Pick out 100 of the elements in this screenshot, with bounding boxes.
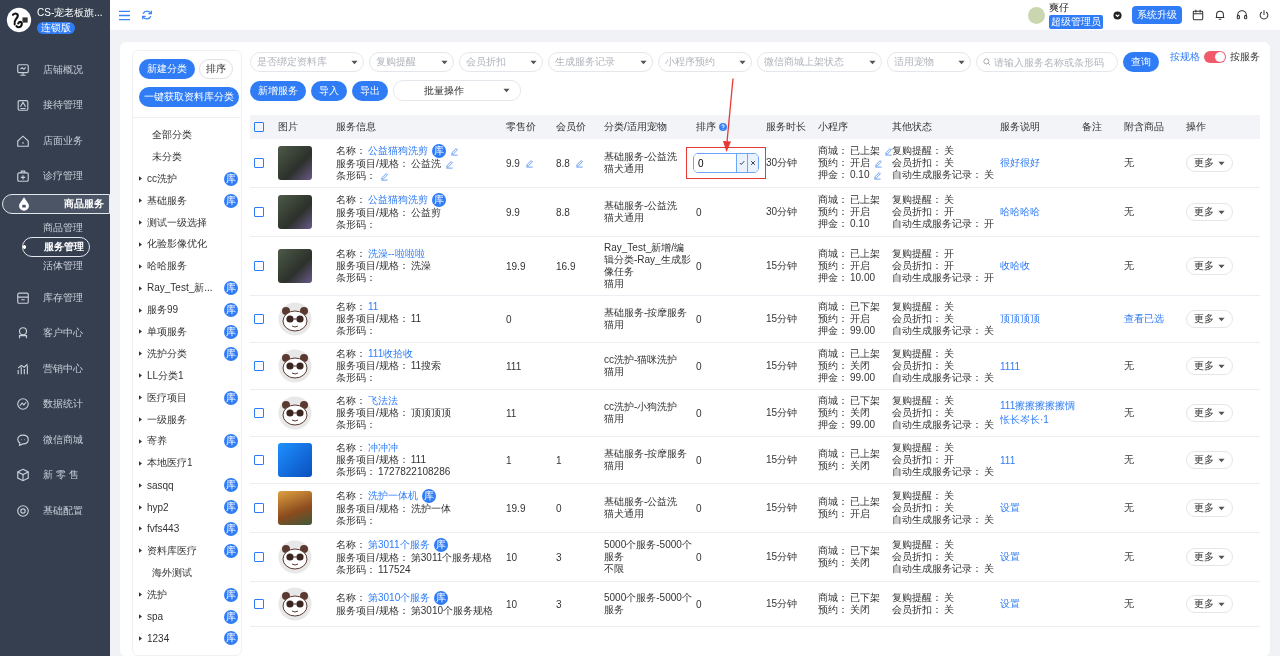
category-item[interactable]: 1234 <box>147 632 217 644</box>
row-checkbox[interactable] <box>254 261 264 271</box>
description-link[interactable]: 设置 <box>1000 501 1020 515</box>
category-item[interactable]: 本地医疗1 <box>147 456 238 471</box>
category-item[interactable]: 测试一级选择 <box>147 215 238 230</box>
nav-item[interactable]: 店铺概况 <box>0 52 110 88</box>
action-button[interactable]: 导出 <box>352 80 388 101</box>
category-item[interactable]: spa <box>147 611 217 623</box>
more-button[interactable]: 更多 <box>1186 548 1233 566</box>
service-name-link[interactable]: 第3011个服务 <box>368 539 430 551</box>
store-name[interactable]: CS-宠老板旗... <box>37 6 103 20</box>
submenu-item[interactable]: 活体管理 <box>43 257 83 275</box>
nav-item[interactable]: 客户中心 <box>0 315 110 351</box>
nav-item[interactable]: 接待管理 <box>0 87 110 123</box>
sort-field[interactable]: 0 <box>693 153 759 173</box>
nav-item[interactable]: 商品服务 <box>2 194 110 214</box>
attached-link[interactable]: 查看已选 <box>1124 312 1164 326</box>
nav-item[interactable]: 微信商城 <box>0 422 110 458</box>
help-icon[interactable] <box>719 123 727 131</box>
category-item[interactable]: LL分类1 <box>147 368 238 383</box>
category-item[interactable]: 未分类 <box>152 149 238 164</box>
batch-dropdown[interactable]: 批量操作 <box>393 80 521 101</box>
toggle-label[interactable]: 按规格 <box>1169 50 1200 64</box>
expand-icon[interactable] <box>139 438 142 444</box>
cancel-button[interactable] <box>747 154 758 172</box>
submenu-item[interactable]: 商品管理 <box>43 219 83 237</box>
submenu-item[interactable]: 服务管理 <box>22 237 90 257</box>
nav-item[interactable]: 店面业务 <box>0 123 110 159</box>
category-item[interactable]: 单项服务 <box>147 324 217 339</box>
category-item[interactable]: 资料库医疗 <box>147 543 217 558</box>
category-item[interactable]: Ray_Test_新... <box>147 281 217 296</box>
upgrade-button[interactable]: 系统升级 <box>1132 6 1182 24</box>
more-button[interactable]: 更多 <box>1186 154 1233 172</box>
description-link[interactable]: 1111 <box>1000 360 1021 372</box>
description-link[interactable]: 设置 <box>1000 597 1020 611</box>
category-button[interactable]: 排序 <box>199 59 233 79</box>
nav-item[interactable]: 营销中心 <box>0 351 110 387</box>
nav-item[interactable]: 诊疗管理 <box>0 158 110 194</box>
row-checkbox[interactable] <box>254 503 264 513</box>
expand-icon[interactable] <box>139 176 142 182</box>
nav-item[interactable]: 基础配置 <box>0 493 110 529</box>
expand-icon[interactable] <box>139 198 142 204</box>
headset-icon[interactable] <box>1236 9 1248 21</box>
expand-icon[interactable] <box>139 263 142 269</box>
category-item[interactable]: 寄养 <box>147 434 217 449</box>
service-name-link[interactable]: 洗澡--啦啦啦 <box>368 248 425 260</box>
category-item[interactable]: sasqq <box>147 479 217 491</box>
service-name-link[interactable]: 洗护一体机 <box>368 490 418 502</box>
expand-icon[interactable] <box>139 548 142 554</box>
select-all-checkbox[interactable] <box>254 122 264 132</box>
action-button[interactable]: 导入 <box>311 80 347 101</box>
more-button[interactable]: 更多 <box>1186 310 1233 328</box>
row-checkbox[interactable] <box>254 455 264 465</box>
row-checkbox[interactable] <box>254 408 264 418</box>
description-link[interactable]: 111 <box>1000 454 1016 466</box>
calendar-icon[interactable] <box>1192 9 1204 21</box>
more-button[interactable]: 更多 <box>1186 257 1233 275</box>
more-button[interactable]: 更多 <box>1186 404 1233 422</box>
expand-icon[interactable] <box>139 592 142 598</box>
more-button[interactable]: 更多 <box>1186 499 1233 517</box>
more-button[interactable]: 更多 <box>1186 357 1233 375</box>
toggle-label[interactable]: 按服务 <box>1229 50 1260 64</box>
description-link[interactable]: 哈哈哈哈 <box>1000 205 1040 219</box>
description-link[interactable]: 收哈收 <box>1000 259 1030 273</box>
category-item[interactable]: 洗护 <box>147 587 217 602</box>
expand-icon[interactable] <box>139 351 142 357</box>
expand-icon[interactable] <box>139 395 142 401</box>
category-item[interactable]: 医疗项目 <box>147 390 217 405</box>
expand-icon[interactable] <box>139 329 142 335</box>
category-item[interactable]: 一级服务 <box>147 412 238 427</box>
description-link[interactable]: 顶顶顶顶 <box>1000 312 1040 326</box>
expand-icon[interactable] <box>139 373 142 379</box>
category-item[interactable]: hyp2 <box>147 501 217 513</box>
service-name-link[interactable]: 第3010个服务 <box>368 592 431 604</box>
nav-item[interactable]: 新 零 售 <box>0 457 110 493</box>
dropdown-icon[interactable] <box>1113 10 1122 20</box>
refresh-icon[interactable] <box>141 9 153 21</box>
expand-icon[interactable] <box>139 504 142 510</box>
service-name-link[interactable]: 飞法法 <box>368 395 398 407</box>
expand-icon[interactable] <box>139 635 142 641</box>
category-item[interactable]: 基础服务 <box>147 193 217 208</box>
service-name-link[interactable]: 11 <box>368 301 379 313</box>
row-checkbox[interactable] <box>254 207 264 217</box>
row-checkbox[interactable] <box>254 552 264 562</box>
more-button[interactable]: 更多 <box>1186 203 1233 221</box>
more-button[interactable]: 更多 <box>1186 451 1233 469</box>
service-name-link[interactable]: 公益猫狗洗剪 <box>368 194 428 206</box>
expand-icon[interactable] <box>139 220 142 225</box>
category-item[interactable]: 服务99 <box>147 303 217 318</box>
expand-icon[interactable] <box>139 460 142 466</box>
category-item[interactable]: cc洗护 <box>147 171 217 186</box>
category-item[interactable]: fvfs443 <box>147 523 217 535</box>
more-button[interactable]: 更多 <box>1186 595 1233 613</box>
service-name-link[interactable]: 公益猫狗洗剪 <box>368 145 428 157</box>
view-switch[interactable] <box>1203 51 1226 63</box>
row-checkbox[interactable] <box>254 599 264 609</box>
category-item[interactable]: 哈哈服务 <box>147 259 238 274</box>
expand-icon[interactable] <box>139 482 142 488</box>
power-icon[interactable] <box>1258 9 1270 21</box>
nav-item[interactable]: 库存管理 <box>0 280 110 316</box>
